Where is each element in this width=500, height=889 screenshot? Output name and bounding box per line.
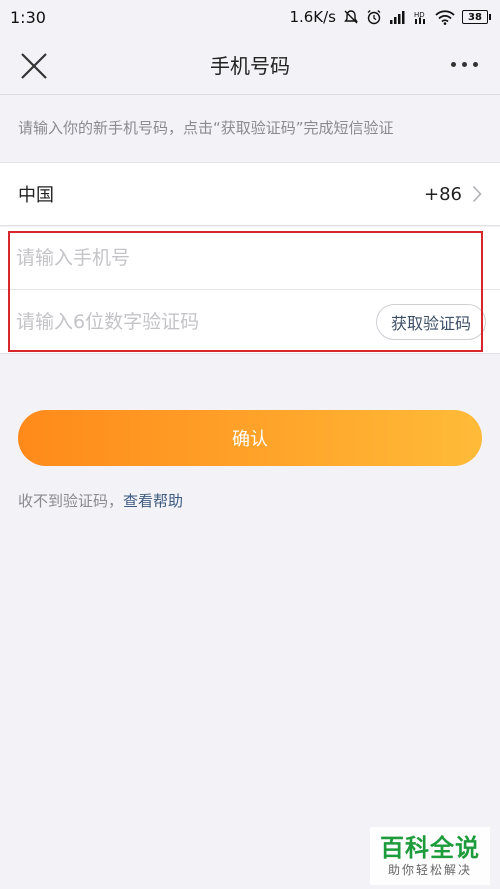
signal-icon [389,10,407,24]
phone-row [0,227,500,290]
header-divider [0,94,500,95]
phone-input[interactable] [16,238,484,278]
close-icon [21,53,47,79]
country-name: 中国 [18,185,54,206]
watermark-subtitle: 助你轻松解决 [387,863,472,877]
status-time: 1:30 [10,7,46,27]
battery-indicator: 38 [462,10,491,24]
code-row: 获取验证码 [0,290,500,353]
watermark-title: 百科全说 [380,834,480,862]
phone-verification-form: 获取验证码 [0,227,500,354]
help-line: 收不到验证码，查看帮助 [18,490,183,511]
more-icon [450,61,456,67]
country-selector[interactable]: 中国 +86 [0,162,500,226]
more-button[interactable] [444,54,484,74]
page-title: 手机号码 [210,53,290,78]
confirm-button[interactable]: 确认 [18,410,482,466]
help-text: 收不到验证码， [18,492,124,510]
hd-icon: HD [414,10,428,24]
close-button[interactable] [16,48,52,84]
instruction-text: 请输入你的新手机号码，点击“获取验证码”完成短信验证 [18,119,394,137]
status-bar: 1:30 1.6K/s HD 38 [0,0,500,34]
wifi-icon [435,9,455,25]
status-icons: 1.6K/s HD 38 [289,8,491,26]
verification-code-input[interactable] [16,301,376,342]
country-code: +86 [424,183,462,205]
header: 手机号码 [0,34,500,94]
watermark-logo: 百科全说 助你轻松解决 [370,827,490,885]
mute-icon [343,9,359,25]
chevron-right-icon [472,185,482,203]
alarm-icon [366,9,382,25]
help-link[interactable]: 查看帮助 [123,492,183,510]
get-code-button[interactable]: 获取验证码 [375,303,486,340]
network-speed: 1.6K/s [289,8,336,26]
